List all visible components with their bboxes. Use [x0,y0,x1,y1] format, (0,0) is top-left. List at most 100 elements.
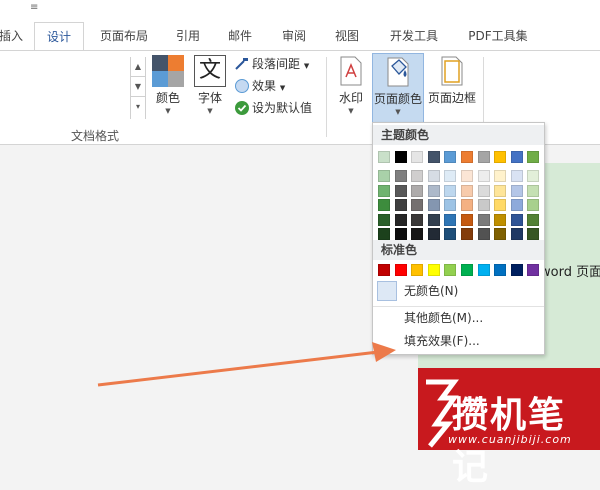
style-set-gallery[interactable]: ▲ ▼ ▾ [0,57,146,119]
page-color-caret-icon: ▼ [395,108,401,116]
theme-color-swatch[interactable] [494,151,507,163]
quick-access-menu-icon[interactable]: ≡ [30,2,38,13]
theme-color-shade-swatch[interactable] [461,213,473,226]
tab-design[interactable]: 设计 [34,22,84,51]
gallery-more-icon[interactable]: ▾ [131,97,145,117]
theme-color-shade-swatch[interactable] [378,228,390,240]
page-borders-button[interactable]: 页面边框 [426,55,478,106]
theme-color-shade-swatch[interactable] [461,199,473,211]
theme-color-shade-swatch[interactable] [378,199,390,211]
theme-color-swatch[interactable] [411,151,424,163]
theme-color-shade-swatch[interactable] [461,170,473,182]
theme-color-shade-swatch[interactable] [411,170,424,182]
theme-color-shade-swatch[interactable] [378,213,390,226]
watermark-button[interactable]: 水印 ▼ [333,55,369,116]
standard-color-swatch[interactable] [510,264,523,276]
theme-color-shade-swatch[interactable] [394,228,407,240]
theme-color-shade-swatch[interactable] [527,184,540,197]
theme-color-shade-swatch[interactable] [411,184,424,197]
theme-color-shade-swatch[interactable] [427,170,440,182]
theme-color-shade-swatch[interactable] [427,184,440,197]
checkmark-icon [235,101,249,115]
theme-color-shade-swatch[interactable] [477,228,490,240]
theme-color-swatch[interactable] [510,151,523,163]
tab-page-layout[interactable]: 页面布局 [92,22,156,50]
theme-color-shade-swatch[interactable] [510,228,523,240]
theme-color-shade-swatch[interactable] [378,170,390,182]
theme-color-shade-swatch[interactable] [461,228,473,240]
theme-color-swatch[interactable] [378,151,390,163]
colors-button[interactable]: 颜色 ▼ [150,55,186,116]
tab-developer[interactable]: 开发工具 [382,22,446,50]
standard-color-swatch[interactable] [394,264,407,276]
theme-color-shade-swatch[interactable] [394,170,407,182]
tab-review[interactable]: 审阅 [274,22,314,50]
theme-color-shade-swatch[interactable] [378,184,390,197]
gallery-up-icon[interactable]: ▲ [131,57,145,77]
paragraph-spacing-button[interactable]: 段落间距 ▼ [235,55,309,73]
theme-color-shade-swatch[interactable] [510,184,523,197]
fill-effects-item[interactable]: 填充效果(F)... [373,330,544,352]
theme-color-shade-swatch[interactable] [510,199,523,211]
theme-color-shade-swatch[interactable] [444,170,457,182]
tab-insert[interactable]: 插入 [0,22,26,50]
theme-color-shade-swatch[interactable] [510,213,523,226]
standard-color-swatch[interactable] [494,264,507,276]
theme-color-shade-swatch[interactable] [527,213,540,226]
theme-color-shade-swatch[interactable] [461,184,473,197]
theme-color-shade-swatch[interactable] [477,170,490,182]
theme-color-swatch[interactable] [527,151,540,163]
standard-color-swatch[interactable] [527,264,540,276]
theme-color-shade-swatch[interactable] [394,199,407,211]
theme-color-shade-swatch[interactable] [510,170,523,182]
theme-color-shade-swatch[interactable] [444,199,457,211]
standard-color-swatch[interactable] [411,264,424,276]
standard-color-swatch[interactable] [461,264,473,276]
theme-color-shade-swatch[interactable] [477,213,490,226]
theme-color-shade-swatch[interactable] [394,184,407,197]
set-default-button[interactable]: 设为默认值 [235,99,312,117]
page-color-button[interactable]: 页面颜色 ▼ [372,53,424,123]
theme-color-shade-swatch[interactable] [527,199,540,211]
tab-view[interactable]: 视图 [327,22,367,50]
theme-color-swatch[interactable] [461,151,473,163]
gallery-scroll[interactable]: ▲ ▼ ▾ [130,57,145,119]
fonts-button[interactable]: 文 字体 ▼ [192,55,228,116]
theme-color-swatch[interactable] [394,151,407,163]
standard-color-swatch[interactable] [444,264,457,276]
theme-color-shade-swatch[interactable] [427,199,440,211]
theme-color-swatch[interactable] [477,151,490,163]
theme-color-shade-swatch[interactable] [494,228,507,240]
theme-color-shade-swatch[interactable] [494,170,507,182]
standard-color-swatch[interactable] [427,264,440,276]
theme-color-shade-swatch[interactable] [427,228,440,240]
theme-color-shade-swatch[interactable] [494,184,507,197]
theme-color-shade-swatch[interactable] [477,184,490,197]
theme-color-shade-swatch[interactable] [527,228,540,240]
tab-mailings[interactable]: 邮件 [220,22,260,50]
theme-color-shade-swatch[interactable] [444,213,457,226]
theme-color-shade-swatch[interactable] [411,228,424,240]
colors-icon [152,55,184,87]
more-colors-item[interactable]: 其他颜色(M)... [373,306,544,328]
document-text: word 页面 [540,265,600,280]
theme-color-shade-swatch[interactable] [494,199,507,211]
theme-color-shade-swatch[interactable] [494,213,507,226]
standard-color-swatch[interactable] [378,264,390,276]
tab-references[interactable]: 引用 [168,22,208,50]
theme-color-shade-swatch[interactable] [477,199,490,211]
no-color-item[interactable]: 无颜色(N) [373,280,544,302]
standard-color-swatch[interactable] [477,264,490,276]
theme-color-shade-swatch[interactable] [394,213,407,226]
theme-color-shade-swatch[interactable] [427,213,440,226]
gallery-down-icon[interactable]: ▼ [131,77,145,97]
theme-color-shade-swatch[interactable] [444,184,457,197]
theme-color-shade-swatch[interactable] [527,170,540,182]
tab-pdf-tools[interactable]: PDF工具集 [460,22,536,50]
theme-color-shade-swatch[interactable] [411,199,424,211]
theme-color-shade-swatch[interactable] [411,213,424,226]
effects-button[interactable]: 效果 ▼ [235,77,285,95]
theme-color-shade-swatch[interactable] [444,228,457,240]
theme-color-swatch[interactable] [444,151,457,163]
theme-color-swatch[interactable] [427,151,440,163]
